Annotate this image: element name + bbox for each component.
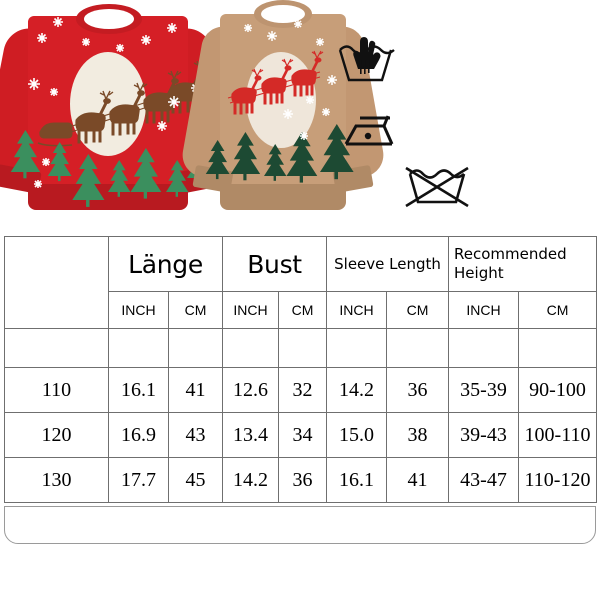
product-photo: [0, 0, 600, 232]
spacer-cell: [4, 328, 109, 368]
unit-sleeve-cm: CM: [385, 291, 450, 329]
unit-length-inch: INCH: [108, 291, 169, 329]
cell-height-cm: 110-120: [518, 457, 598, 503]
header-size-cell: [4, 236, 109, 329]
table-row: 120 16.9 43 13.4 34 15.0 38 39-43 100-11…: [4, 412, 598, 458]
cell-size: 110: [4, 367, 109, 413]
header-length: Länge: [108, 236, 223, 292]
size-chart-table: Länge Bust Sleeve Length Recommended Hei…: [4, 236, 598, 503]
hand-wash-icon: [338, 37, 395, 82]
spacer-cell: [222, 328, 279, 368]
cell-size: 130: [4, 457, 109, 503]
cell-height-cm: 100-110: [518, 412, 598, 458]
cell-sleeve-cm: 36: [385, 367, 450, 413]
cell-size: 120: [4, 412, 109, 458]
spacer-cell: [518, 328, 598, 368]
cell-bust-inch: 12.6: [222, 367, 279, 413]
cell-sleeve-inch: 14.2: [326, 367, 387, 413]
cell-sleeve-cm: 38: [385, 412, 450, 458]
unit-height-inch: INCH: [448, 291, 520, 329]
table-spacer-row: [4, 328, 598, 368]
spacer-cell: [108, 328, 169, 368]
cell-bust-cm: 36: [278, 457, 327, 503]
unit-bust-inch: INCH: [222, 291, 279, 329]
spacer-cell: [278, 328, 327, 368]
unit-sleeve-inch: INCH: [326, 291, 387, 329]
table-row: 110 16.1 41 12.6 32 14.2 36 35-39 90-100: [4, 367, 598, 413]
cell-length-inch: 17.7: [108, 457, 169, 503]
cell-bust-inch: 14.2: [222, 457, 279, 503]
spacer-cell: [448, 328, 520, 368]
header-recommended-height: Recommended Height: [448, 236, 598, 292]
spacer-cell: [326, 328, 387, 368]
cell-height-inch: 39-43: [448, 412, 520, 458]
cell-height-inch: 35-39: [448, 367, 520, 413]
cell-length-inch: 16.1: [108, 367, 169, 413]
cell-length-inch: 16.9: [108, 412, 169, 458]
cell-bust-inch: 13.4: [222, 412, 279, 458]
unit-bust-cm: CM: [278, 291, 327, 329]
cell-height-cm: 90-100: [518, 367, 598, 413]
do-not-machine-wash-icon: [405, 166, 469, 208]
header-bust: Bust: [222, 236, 327, 292]
cell-height-inch: 43-47: [448, 457, 520, 503]
unit-length-cm: CM: [168, 291, 223, 329]
care-symbols-group: [330, 0, 600, 232]
cell-bust-cm: 32: [278, 367, 327, 413]
cell-length-cm: 45: [168, 457, 223, 503]
header-sleeve-length: Sleeve Length: [325, 236, 450, 292]
cell-length-cm: 41: [168, 367, 223, 413]
cell-sleeve-cm: 41: [385, 457, 450, 503]
size-chart-table-wrapper: Länge Bust Sleeve Length Recommended Hei…: [4, 236, 598, 554]
cell-length-cm: 43: [168, 412, 223, 458]
table-footer-bar: [4, 506, 596, 544]
spacer-cell: [385, 328, 450, 368]
table-group-header-row: Länge Bust Sleeve Length Recommended Hei…: [4, 236, 598, 329]
iron-low-heat-icon: [344, 115, 394, 146]
unit-height-cm: CM: [518, 291, 598, 329]
cell-sleeve-inch: 15.0: [326, 412, 387, 458]
cell-bust-cm: 34: [278, 412, 327, 458]
spacer-cell: [168, 328, 223, 368]
table-row: 130 17.7 45 14.2 36 16.1 41 43-47 110-12…: [4, 457, 598, 503]
cell-sleeve-inch: 16.1: [326, 457, 387, 503]
